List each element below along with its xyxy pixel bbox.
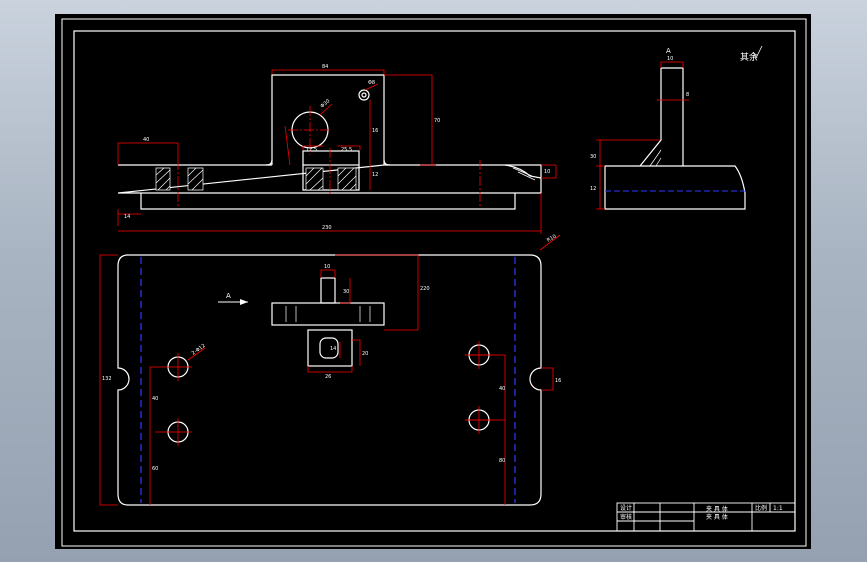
title-row2-label: 审核 (620, 513, 632, 521)
dim-side-h1: 30 (590, 154, 596, 160)
dim-top-width: 84 (322, 64, 328, 70)
dim-overall-length: 230 (322, 225, 332, 231)
dim-ear-w: 16 (555, 378, 561, 384)
dim-plan-height: 132 (102, 376, 112, 382)
dim-base-thk: 12 (372, 172, 378, 178)
dim-slot-inner: 14 (330, 346, 336, 352)
dim-slot-height: 16 (372, 128, 378, 134)
drawing-sheet (55, 14, 811, 549)
dim-left-step: 40 (143, 137, 149, 143)
dim-slot-left: 12.5 (306, 147, 317, 153)
dim-rib-width: 10 (324, 264, 330, 270)
dim-small-hole: Φ8 (368, 80, 375, 86)
scale-label: 比例 (755, 504, 767, 512)
cad-drawing-viewport: 84 40 Φ30 Φ8 70 12.5 25.5 16 14 230 10 1… (55, 14, 811, 549)
dim-slot-right: 25.5 (341, 147, 352, 153)
dim-left-hole-y1: 40 (152, 396, 158, 402)
dim-right-hole-y2: 80 (499, 458, 505, 464)
part-name-2: 夹 具 体 (706, 513, 728, 521)
dim-right-hole-y1: 40 (499, 386, 505, 392)
scale-value: 1:1 (773, 505, 783, 512)
part-name-1: 夹 具 体 (706, 505, 728, 513)
dim-slot-h: 20 (362, 351, 368, 357)
view-label-a-plan: A (226, 292, 231, 300)
title-row1-label: 设计 (620, 504, 632, 512)
view-label-side: A (666, 47, 671, 55)
dim-side-h3: 12 (590, 186, 596, 192)
dim-left-hole-y2: 60 (152, 466, 158, 472)
dim-right-step: 10 (544, 169, 550, 175)
dim-side-h2: 8 (686, 92, 689, 98)
dim-rib-height: 30 (343, 289, 349, 295)
dim-left-bottom: 14 (124, 214, 130, 220)
dim-slot-w: 26 (325, 374, 331, 380)
dim-side-top: 10 (667, 56, 673, 62)
dim-height-right: 70 (434, 118, 440, 124)
dim-plan-width: 220 (420, 286, 430, 292)
